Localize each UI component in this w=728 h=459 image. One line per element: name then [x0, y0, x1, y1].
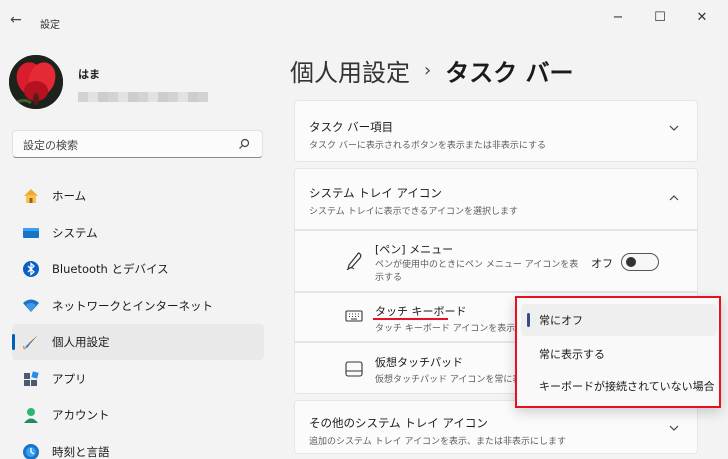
- row-desc: タッチ キーボード アイコンを表示: [375, 324, 516, 334]
- account-icon: [22, 406, 40, 424]
- sidebar-nav: ホーム システム Bluetooth とデバイス ネットワークとインターネット …: [12, 178, 264, 459]
- sidebar-item-label: 時刻と言語: [52, 444, 110, 459]
- sidebar-item-time-language[interactable]: 時刻と言語: [12, 434, 264, 459]
- card-subtitle: システム トレイに表示できるアイコンを選択します: [309, 207, 518, 217]
- sidebar-item-apps[interactable]: アプリ: [12, 361, 264, 397]
- sidebar-item-network[interactable]: ネットワークとインターネット: [12, 288, 264, 324]
- back-button[interactable]: ←: [10, 12, 22, 28]
- dropdown-option-when-no-keyboard[interactable]: キーボードが接続されていない場合: [521, 370, 717, 402]
- card-subtitle: 追加のシステム トレイ アイコンを表示、または非表示にします: [309, 437, 567, 447]
- row-desc: 仮想タッチパッド アイコンを常に表示: [375, 375, 531, 385]
- dropdown-option-always-show[interactable]: 常に表示する: [521, 338, 717, 370]
- user-name: はま: [78, 68, 100, 81]
- card-title: タスク バー項目: [309, 120, 394, 134]
- page-title: タスク バー: [445, 59, 574, 87]
- sidebar-item-label: Bluetooth とデバイス: [52, 262, 169, 276]
- search-input[interactable]: 設定の検索: [12, 130, 263, 158]
- avatar-image: [9, 55, 63, 109]
- row-title: タッチ キーボード: [375, 305, 467, 318]
- sidebar-item-label: 個人用設定: [52, 335, 110, 349]
- row-title: 仮想タッチパッド: [375, 356, 463, 369]
- network-icon: [22, 297, 40, 315]
- row-desc-line1: ペンが使用中のときにペン メニュー アイコンを表: [375, 260, 579, 270]
- highlight-underline: [373, 318, 448, 320]
- sidebar-item-personalization[interactable]: 個人用設定: [12, 324, 264, 360]
- breadcrumb: 個人用設定 › タスク バー: [290, 53, 574, 88]
- breadcrumb-separator: ›: [424, 60, 432, 81]
- sidebar-item-label: アプリ: [52, 371, 87, 386]
- system-icon: [22, 224, 40, 242]
- avatar[interactable]: [9, 55, 63, 109]
- toggle-state-label: オフ: [591, 257, 613, 270]
- pen-menu-row: [ペン] メニュー ペンが使用中のときにペン メニュー アイコンを表 示する オ…: [294, 230, 698, 292]
- chevron-down-icon: [669, 423, 679, 436]
- user-email-redacted: [78, 92, 208, 102]
- row-desc-line2: 示する: [375, 273, 403, 283]
- maximize-button[interactable]: ☐: [642, 4, 678, 30]
- chevron-down-icon: [669, 123, 679, 136]
- other-tray-card[interactable]: その他のシステム トレイ アイコン 追加のシステム トレイ アイコンを表示、また…: [294, 400, 698, 454]
- bluetooth-icon: [22, 260, 40, 278]
- system-tray-card[interactable]: システム トレイ アイコン システム トレイに表示できるアイコンを選択します: [294, 168, 698, 230]
- card-subtitle: タスク バーに表示されるボタンを表示または非表示にする: [309, 141, 546, 151]
- sidebar-item-label: ホーム: [52, 189, 87, 203]
- sidebar-item-accounts[interactable]: アカウント: [12, 397, 264, 433]
- pen-icon: [345, 251, 363, 274]
- sidebar-item-home[interactable]: ホーム: [12, 178, 264, 214]
- sidebar-item-label: システム: [52, 225, 98, 240]
- app-title: 設定: [40, 20, 60, 31]
- title-bar: ← 設定 − ☐ ✕: [0, 0, 728, 36]
- sidebar-item-bluetooth[interactable]: Bluetooth とデバイス: [12, 251, 264, 287]
- keyboard-icon: [345, 309, 363, 326]
- touch-keyboard-dropdown-menu: 常にオフ 常に表示する キーボードが接続されていない場合: [515, 296, 721, 408]
- card-title: システム トレイ アイコン: [309, 186, 442, 200]
- dropdown-option-always-off[interactable]: 常にオフ: [521, 304, 717, 336]
- minimize-button[interactable]: −: [600, 4, 636, 30]
- pen-menu-toggle[interactable]: [621, 253, 659, 271]
- search-icon: [238, 138, 250, 153]
- touchpad-icon: [345, 361, 363, 380]
- home-icon: [22, 187, 40, 205]
- time-language-icon: [22, 443, 40, 459]
- close-button[interactable]: ✕: [684, 4, 720, 30]
- search-placeholder: 設定の検索: [23, 139, 78, 152]
- apps-icon: [22, 370, 40, 388]
- row-title: [ペン] メニュー: [375, 243, 454, 256]
- taskbar-items-card[interactable]: タスク バー項目 タスク バーに表示されるボタンを表示または非表示にする: [294, 100, 698, 162]
- chevron-up-icon: [669, 193, 679, 206]
- card-title: その他のシステム トレイ アイコン: [309, 416, 488, 430]
- sidebar-item-label: アカウント: [52, 408, 110, 422]
- sidebar-item-label: ネットワークとインターネット: [52, 298, 213, 313]
- sidebar-item-system[interactable]: システム: [12, 215, 264, 251]
- breadcrumb-parent[interactable]: 個人用設定: [290, 53, 410, 88]
- brush-icon: [22, 333, 40, 351]
